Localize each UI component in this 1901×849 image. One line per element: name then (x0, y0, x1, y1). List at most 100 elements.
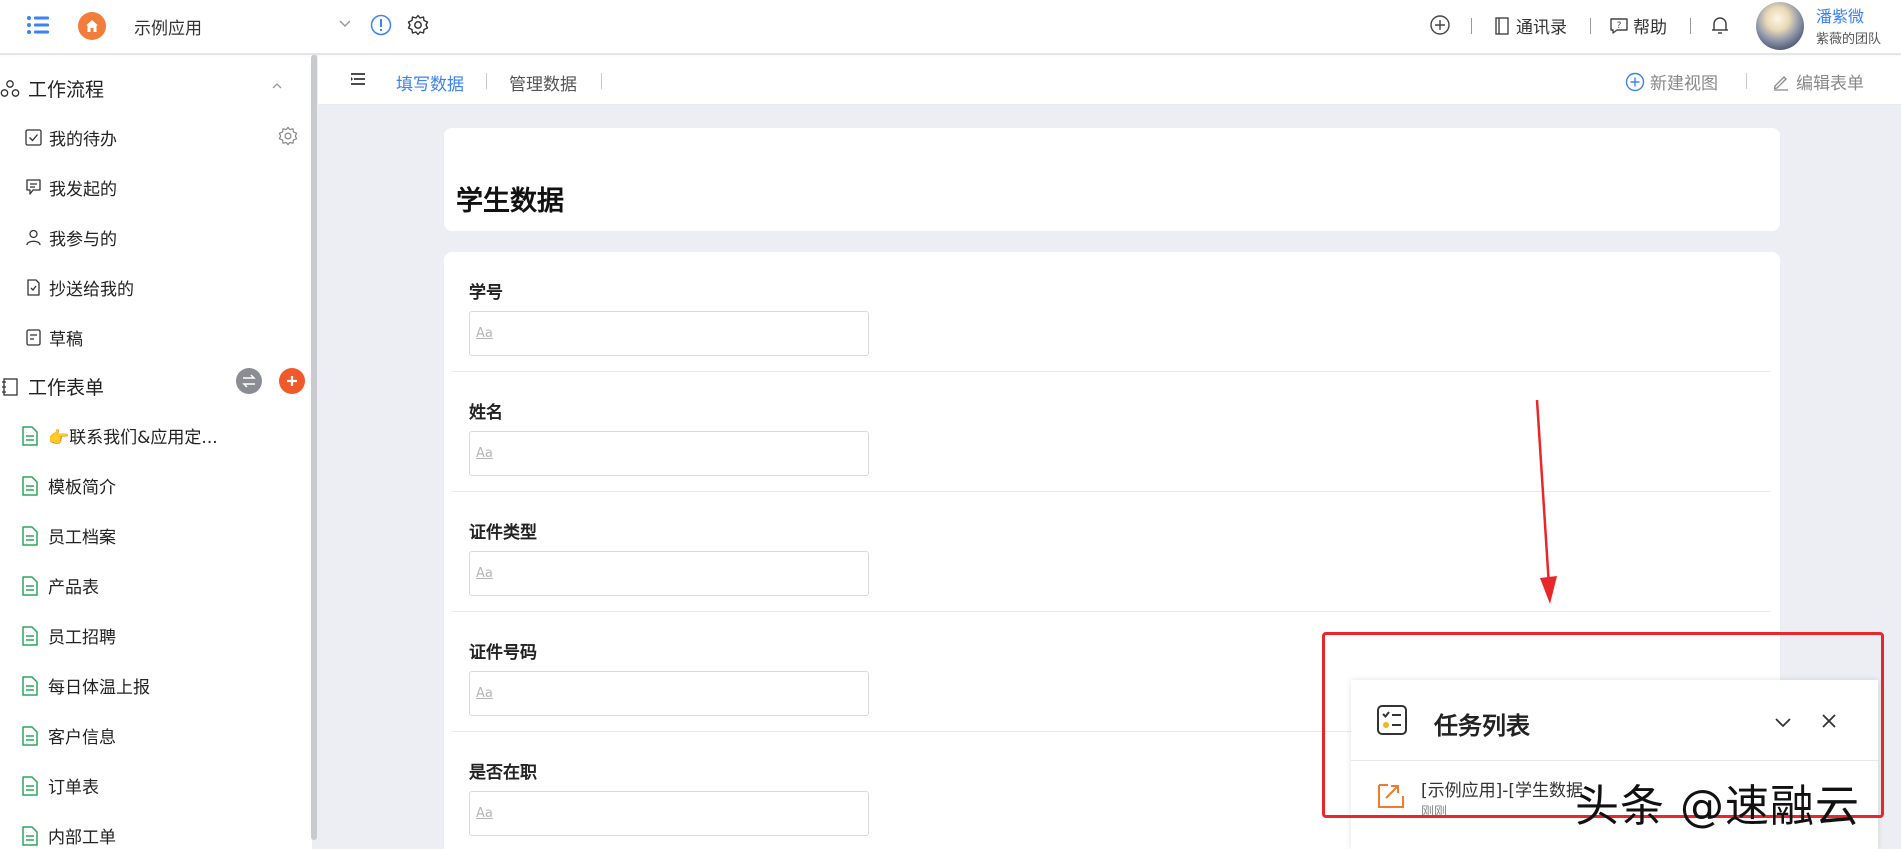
chevron-down-icon[interactable] (338, 16, 352, 30)
form-doc-icon (22, 775, 38, 796)
switch-button[interactable] (236, 368, 262, 394)
sidebar-form-label: 每日体温上报 (48, 678, 150, 698)
sidebar-item-label: 我的待办 (49, 130, 117, 150)
divider (1471, 18, 1472, 34)
sidebar-form-tickets[interactable]: 内部工单 (20, 823, 116, 848)
help-label: 帮助 (1633, 18, 1667, 38)
divider (1590, 18, 1591, 34)
employed-input[interactable] (469, 791, 869, 836)
sidebar-form-employee-records[interactable]: 员工档案 (20, 523, 116, 548)
add-form-button[interactable] (279, 368, 305, 394)
sidebar-form-products[interactable]: 产品表 (20, 573, 99, 598)
divider (1690, 18, 1691, 34)
student-id-input[interactable] (469, 311, 869, 356)
avatar[interactable] (1756, 2, 1804, 50)
form-doc-icon (22, 625, 38, 646)
swap-icon (242, 374, 256, 388)
watermark: 头条 @速融云 (1575, 781, 1860, 832)
user-team: 紫薇的团队 (1816, 32, 1882, 47)
id-type-input[interactable] (469, 551, 869, 596)
help-icon: ? (1610, 17, 1628, 34)
form-doc-icon (22, 425, 38, 446)
field-id-type: 证件类型 (452, 492, 1770, 612)
home-icon[interactable] (78, 12, 106, 40)
sidebar-form-temperature[interactable]: 每日体温上报 (20, 673, 150, 698)
contacts-link[interactable]: 通讯录 (1493, 13, 1567, 38)
field-label: 证件号码 (469, 643, 537, 663)
help-link[interactable]: ? 帮助 (1609, 13, 1667, 38)
draft-icon (26, 329, 41, 346)
field-name: 姓名 (452, 372, 1770, 492)
form-doc-icon (22, 825, 38, 846)
sidebar-scrollbar[interactable] (311, 55, 317, 840)
sidebar-form-recruitment[interactable]: 员工招聘 (20, 623, 116, 648)
sidebar-item-todo[interactable]: 我的待办 (24, 125, 117, 150)
gear-icon[interactable] (407, 14, 429, 36)
add-circle-icon[interactable] (1429, 14, 1451, 36)
workflow-section-header[interactable]: 工作流程 (0, 75, 104, 102)
form-doc-icon (22, 475, 38, 496)
bell-icon[interactable] (1709, 14, 1731, 36)
sidebar-item-participated[interactable]: 我参与的 (24, 225, 117, 250)
notebook-icon (2, 377, 18, 396)
workflow-icon (0, 79, 20, 97)
app-name[interactable]: 示例应用 (134, 14, 202, 39)
sidebar-form-label: 模板简介 (48, 478, 116, 498)
sidebar-form-orders[interactable]: 订单表 (20, 773, 99, 798)
new-view-button[interactable]: 新建视图 (1625, 69, 1718, 94)
sidebar-item-label: 我发起的 (49, 180, 117, 200)
person-icon (26, 229, 41, 246)
forms-section-header[interactable]: 工作表单 (0, 373, 104, 400)
sidebar-item-initiated[interactable]: 我发起的 (24, 175, 117, 200)
sidebar-form-contact[interactable]: 👉联系我们&应用定... (20, 423, 218, 448)
menu-icon[interactable] (26, 15, 50, 35)
field-label: 姓名 (469, 403, 503, 423)
edit-form-button[interactable]: 编辑表单 (1772, 69, 1864, 94)
form-doc-icon (22, 675, 38, 696)
sidebar-form-label: 员工招聘 (48, 628, 116, 648)
edit-form-label: 编辑表单 (1796, 74, 1864, 94)
sidebar-form-customers[interactable]: 客户信息 (20, 723, 116, 748)
name-input[interactable] (469, 431, 869, 476)
info-icon[interactable] (370, 14, 392, 36)
page-title: 学生数据 (456, 186, 564, 217)
top-bar: 示例应用 通讯录 ? 帮助 潘紫微 紫薇的团队 (0, 0, 1901, 54)
list-icon[interactable] (350, 72, 366, 86)
field-label: 学号 (469, 283, 503, 303)
checkbox-icon (25, 129, 42, 146)
sidebar-item-cc[interactable]: 抄送给我的 (24, 275, 134, 300)
user-name[interactable]: 潘紫微 (1816, 3, 1864, 27)
divider (486, 73, 487, 89)
copy-doc-icon (27, 279, 40, 296)
id-number-input[interactable] (469, 671, 869, 716)
svg-text:?: ? (1617, 21, 1622, 31)
gear-icon[interactable] (278, 126, 298, 146)
sidebar-form-label: 员工档案 (48, 528, 116, 548)
field-label: 是否在职 (469, 763, 537, 783)
tab-manage-data[interactable]: 管理数据 (509, 70, 577, 95)
chevron-up-icon[interactable] (270, 79, 284, 93)
annotation-arrow (1535, 399, 1557, 604)
sidebar-item-drafts[interactable]: 草稿 (24, 325, 83, 350)
pencil-icon (1773, 75, 1788, 91)
workflow-title: 工作流程 (28, 79, 105, 101)
sidebar-item-label: 草稿 (49, 330, 83, 350)
form-doc-icon (22, 525, 38, 546)
plus-icon (287, 376, 297, 386)
sidebar-item-label: 抄送给我的 (49, 280, 134, 300)
sidebar-form-label: 产品表 (48, 578, 99, 598)
forms-title: 工作表单 (28, 377, 105, 399)
form-title-card: 学生数据 (444, 128, 1780, 231)
sidebar-form-label: 客户信息 (48, 728, 116, 748)
new-view-label: 新建视图 (1650, 74, 1718, 94)
sidebar-form-template-intro[interactable]: 模板简介 (20, 473, 116, 498)
sidebar: 工作流程 我的待办 我发起的 我参与的 抄送给我的 草稿 工作表单 👉联系我们&… (0, 55, 317, 849)
sidebar-item-label: 我参与的 (49, 230, 117, 250)
form-doc-icon (22, 725, 38, 746)
divider (1746, 73, 1747, 89)
tab-fill-data[interactable]: 填写数据 (396, 70, 464, 95)
contacts-label: 通讯录 (1516, 18, 1567, 38)
book-icon (1495, 16, 1509, 35)
sidebar-form-label: 👉联系我们&应用定... (48, 428, 218, 448)
sidebar-form-label: 内部工单 (48, 828, 116, 848)
